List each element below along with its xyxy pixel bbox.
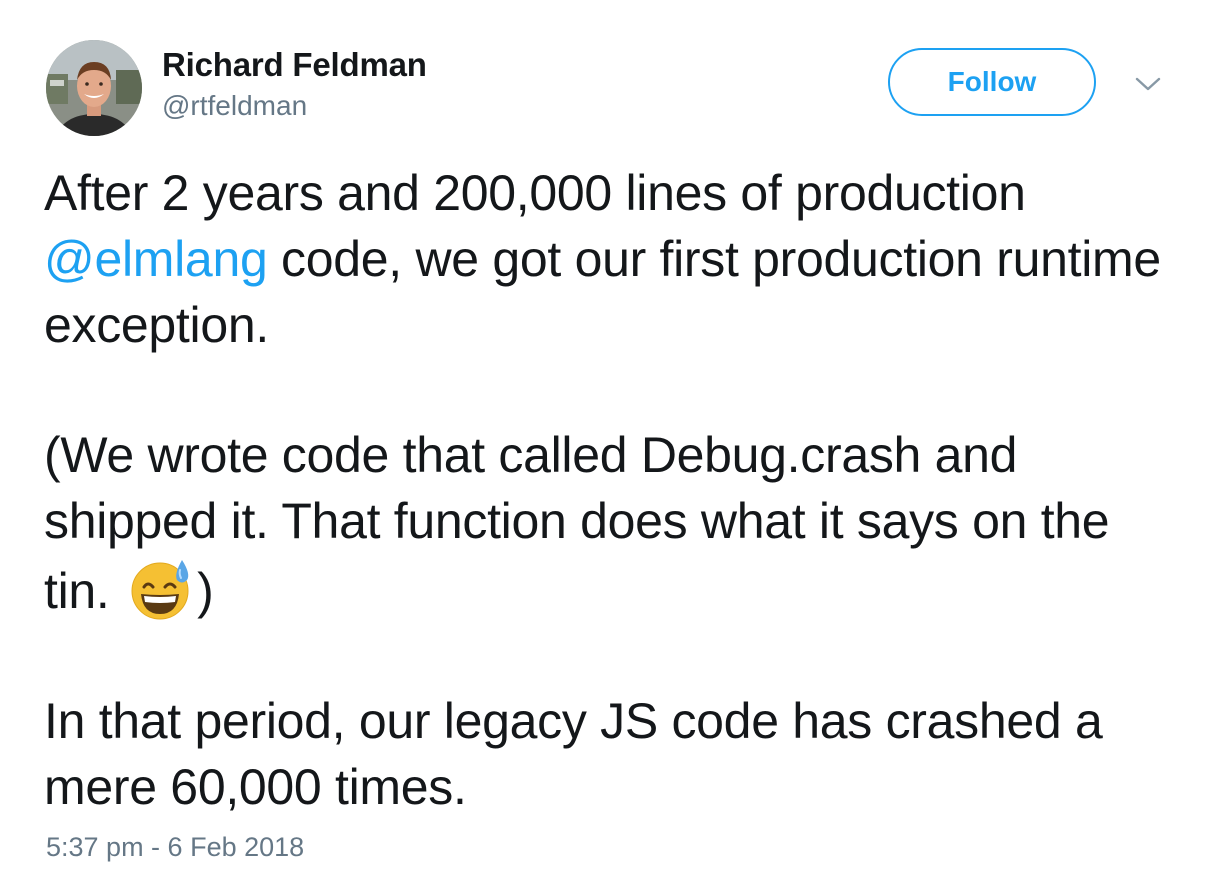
- tweet-timestamp[interactable]: 5:37 pm - 6 Feb 2018: [46, 832, 304, 863]
- tweet-paragraph-2: (We wrote code that called Debug.crash a…: [44, 422, 1184, 624]
- tweet-text-segment: After 2 years and 200,000 lines of produ…: [44, 165, 1026, 221]
- mention-link-elmlang[interactable]: @elmlang: [44, 231, 268, 287]
- tweet-text: After 2 years and 200,000 lines of produ…: [44, 160, 1184, 820]
- author-handle[interactable]: @rtfeldman: [162, 90, 307, 122]
- avatar[interactable]: [46, 40, 142, 136]
- follow-button[interactable]: Follow: [888, 48, 1096, 116]
- tweet-card: Richard Feldman @rtfeldman Follow After …: [0, 0, 1212, 882]
- tweet-text-segment: ): [197, 563, 214, 619]
- chevron-down-icon[interactable]: [1134, 74, 1162, 94]
- grinning-face-with-sweat-emoji-icon: [127, 554, 195, 622]
- author-name[interactable]: Richard Feldman: [162, 46, 427, 84]
- tweet-paragraph-1: After 2 years and 200,000 lines of produ…: [44, 160, 1184, 358]
- tweet-paragraph-3: In that period, our legacy JS code has c…: [44, 693, 1103, 815]
- profile-photo: [46, 40, 142, 136]
